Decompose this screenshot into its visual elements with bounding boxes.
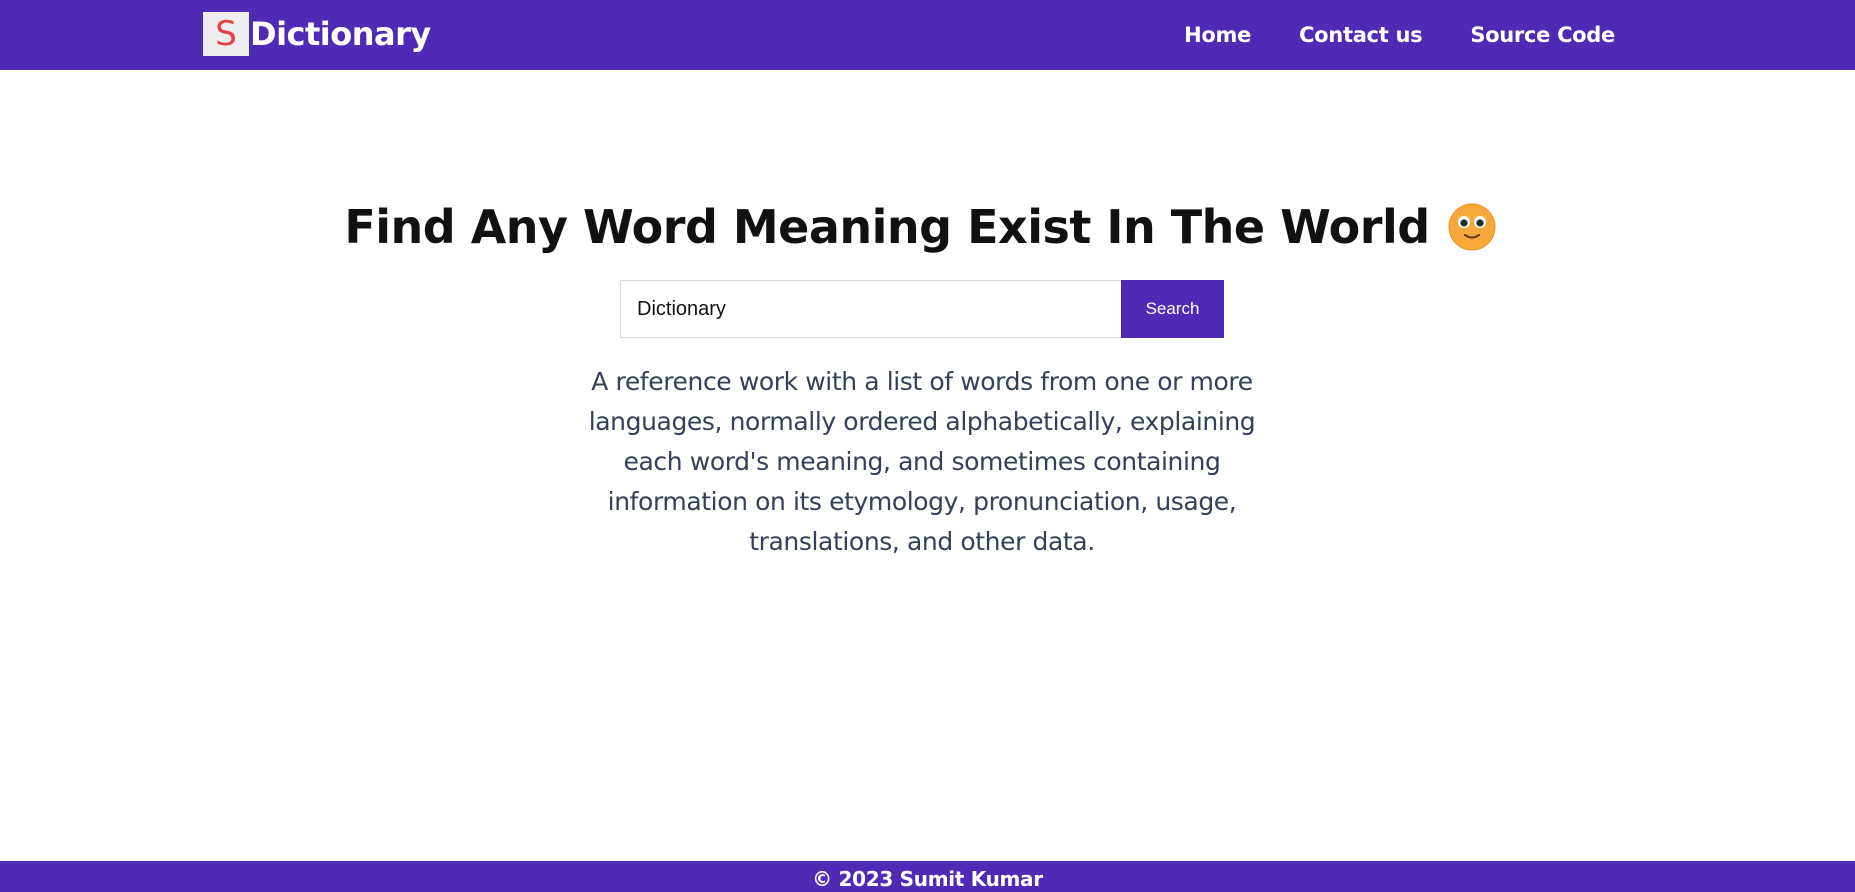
- brand-logo[interactable]: S Dictionary: [203, 12, 431, 56]
- nav-links: Home Contact us Source Code: [1184, 0, 1615, 70]
- smiley-face-icon: [1448, 203, 1496, 251]
- dictionary-description: A reference work with a list of words fr…: [588, 367, 1256, 556]
- nav-link-source-code[interactable]: Source Code: [1470, 23, 1615, 47]
- hero-headline: Find Any Word Meaning Exist In The World: [0, 200, 1840, 254]
- footer-copyright: © 2023 Sumit Kumar: [812, 867, 1043, 891]
- logo-badge: S: [203, 12, 249, 56]
- search-bar: Search: [620, 280, 1224, 338]
- nav-link-home[interactable]: Home: [1184, 23, 1251, 47]
- search-button[interactable]: Search: [1121, 280, 1224, 338]
- search-input[interactable]: [620, 280, 1121, 338]
- logo-text: Dictionary: [250, 15, 431, 53]
- nav-link-contact-us[interactable]: Contact us: [1299, 23, 1423, 47]
- page-title: Find Any Word Meaning Exist In The World: [344, 200, 1430, 254]
- footer: © 2023 Sumit Kumar: [0, 861, 1855, 892]
- navbar: S Dictionary Home Contact us Source Code: [0, 0, 1855, 70]
